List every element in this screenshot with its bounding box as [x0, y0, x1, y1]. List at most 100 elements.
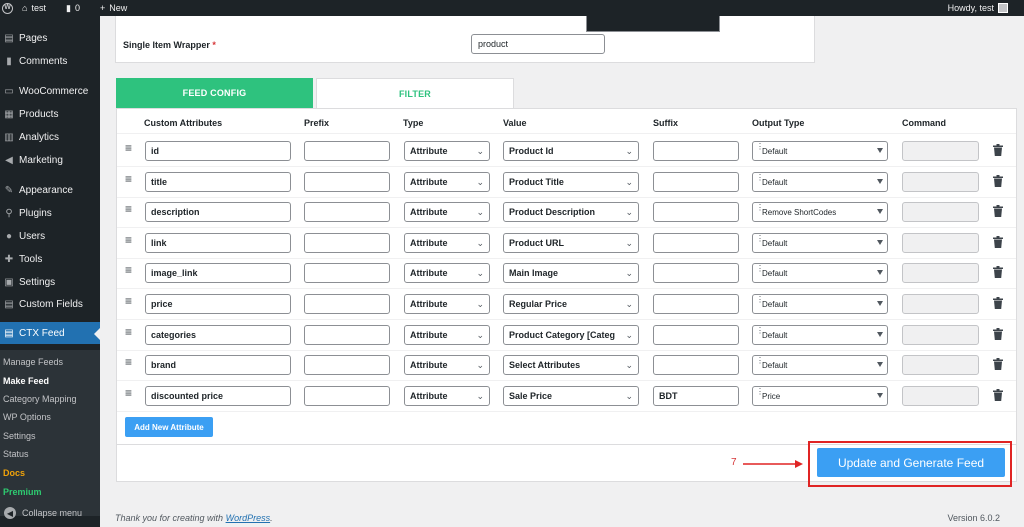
prefix-input[interactable]: [304, 294, 390, 314]
drag-handle-icon[interactable]: ≡: [125, 387, 135, 399]
suffix-input[interactable]: [653, 172, 739, 192]
command-input[interactable]: [902, 386, 979, 406]
submenu-docs[interactable]: Docs: [3, 464, 25, 482]
value-select[interactable]: Product Description ⌄: [503, 202, 639, 222]
wordpress-logo-icon[interactable]: W: [2, 0, 16, 16]
prefix-input[interactable]: [304, 172, 390, 192]
prefix-input[interactable]: [304, 263, 390, 283]
value-select[interactable]: Sale Price ⌄: [503, 386, 639, 406]
command-input[interactable]: [902, 325, 979, 345]
attribute-name-input[interactable]: price: [145, 294, 291, 314]
output-type-select[interactable]: Default ⋮: [752, 172, 888, 192]
command-input[interactable]: [902, 172, 979, 192]
value-select[interactable]: Product Title ⌄: [503, 172, 639, 192]
trash-icon[interactable]: [993, 236, 1003, 248]
command-input[interactable]: [902, 141, 979, 161]
wordpress-link[interactable]: WordPress: [226, 513, 271, 523]
trash-icon[interactable]: [993, 205, 1003, 217]
submenu-wp-options[interactable]: WP Options: [3, 408, 51, 426]
command-input[interactable]: [902, 263, 979, 283]
prefix-input[interactable]: [304, 386, 390, 406]
trash-icon[interactable]: [993, 328, 1003, 340]
type-select[interactable]: Attribute ⌄: [404, 202, 490, 222]
suffix-input[interactable]: BDT: [653, 386, 739, 406]
trash-icon[interactable]: [993, 266, 1003, 278]
value-select[interactable]: Product Id ⌄: [503, 141, 639, 161]
value-select[interactable]: Main Image ⌄: [503, 263, 639, 283]
type-select[interactable]: Attribute ⌄: [404, 141, 490, 161]
admin-bar-comments[interactable]: ▮ 0: [66, 0, 80, 16]
tab-filter[interactable]: FILTER: [316, 78, 514, 108]
sidebar-item-marketing[interactable]: ◀ Marketing: [0, 149, 100, 171]
suffix-input[interactable]: [653, 294, 739, 314]
output-type-select[interactable]: Default ⋮: [752, 355, 888, 375]
collapse-menu-button[interactable]: ◀ Collapse menu: [0, 502, 100, 524]
prefix-input[interactable]: [304, 202, 390, 222]
drag-handle-icon[interactable]: ≡: [125, 173, 135, 185]
type-select[interactable]: Attribute ⌄: [404, 263, 490, 283]
admin-bar-account[interactable]: Howdy, test: [948, 0, 1008, 16]
single-item-wrapper-input[interactable]: [471, 34, 605, 54]
attribute-name-input[interactable]: description: [145, 202, 291, 222]
attribute-name-input[interactable]: brand: [145, 355, 291, 375]
drag-handle-icon[interactable]: ≡: [125, 295, 135, 307]
sidebar-item-products[interactable]: ▦ Products: [0, 103, 100, 125]
trash-icon[interactable]: [993, 297, 1003, 309]
suffix-input[interactable]: [653, 325, 739, 345]
sidebar-item-custom-fields[interactable]: ▤ Custom Fields: [0, 293, 100, 315]
type-select[interactable]: Attribute ⌄: [404, 294, 490, 314]
type-select[interactable]: Attribute ⌄: [404, 172, 490, 192]
submenu-category-mapping[interactable]: Category Mapping: [3, 390, 77, 408]
command-input[interactable]: [902, 233, 979, 253]
value-select[interactable]: Regular Price ⌄: [503, 294, 639, 314]
submenu-make-feed[interactable]: Make Feed: [3, 372, 49, 390]
drag-handle-icon[interactable]: ≡: [125, 234, 135, 246]
submenu-status[interactable]: Status: [3, 445, 29, 463]
drag-handle-icon[interactable]: ≡: [125, 142, 135, 154]
command-input[interactable]: [902, 202, 979, 222]
sidebar-item-tools[interactable]: ✚ Tools: [0, 248, 100, 270]
suffix-input[interactable]: [653, 233, 739, 253]
suffix-input[interactable]: [653, 355, 739, 375]
sidebar-item-settings[interactable]: ▣ Settings: [0, 271, 100, 293]
prefix-input[interactable]: [304, 141, 390, 161]
submenu-settings[interactable]: Settings: [3, 427, 36, 445]
output-type-select[interactable]: Default ⋮: [752, 325, 888, 345]
prefix-input[interactable]: [304, 325, 390, 345]
drag-handle-icon[interactable]: ≡: [125, 356, 135, 368]
type-select[interactable]: Attribute ⌄: [404, 386, 490, 406]
output-type-select[interactable]: Default ⋮: [752, 263, 888, 283]
sidebar-item-analytics[interactable]: ▥ Analytics: [0, 126, 100, 148]
sidebar-item-appearance[interactable]: ✎ Appearance: [0, 179, 100, 201]
drag-handle-icon[interactable]: ≡: [125, 203, 135, 215]
attribute-name-input[interactable]: discounted price: [145, 386, 291, 406]
submenu-manage-feeds[interactable]: Manage Feeds: [3, 353, 63, 371]
trash-icon[interactable]: [993, 175, 1003, 187]
admin-bar-site[interactable]: ⌂ test: [22, 0, 46, 16]
command-input[interactable]: [902, 294, 979, 314]
output-type-select[interactable]: Default ⋮: [752, 233, 888, 253]
admin-bar-new[interactable]: + New: [100, 0, 127, 16]
attribute-name-input[interactable]: id: [145, 141, 291, 161]
type-select[interactable]: Attribute ⌄: [404, 325, 490, 345]
attribute-name-input[interactable]: title: [145, 172, 291, 192]
type-select[interactable]: Attribute ⌄: [404, 355, 490, 375]
sidebar-item-comments[interactable]: ▮ Comments: [0, 50, 100, 72]
prefix-input[interactable]: [304, 233, 390, 253]
trash-icon[interactable]: [993, 144, 1003, 156]
drag-handle-icon[interactable]: ≡: [125, 264, 135, 276]
prefix-input[interactable]: [304, 355, 390, 375]
value-select[interactable]: Product URL ⌄: [503, 233, 639, 253]
submenu-premium[interactable]: Premium: [3, 483, 42, 501]
sidebar-item-plugins[interactable]: ⚲ Plugins: [0, 202, 100, 224]
suffix-input[interactable]: [653, 141, 739, 161]
sidebar-item-ctx-feed[interactable]: ▤ CTX Feed: [0, 322, 100, 344]
value-select[interactable]: Select Attributes ⌄: [503, 355, 639, 375]
trash-icon[interactable]: [993, 358, 1003, 370]
sidebar-item-users[interactable]: ● Users: [0, 225, 100, 247]
update-and-generate-feed-button[interactable]: Update and Generate Feed: [817, 448, 1005, 477]
output-type-select[interactable]: Default ⋮: [752, 141, 888, 161]
output-type-select[interactable]: Price ⋮: [752, 386, 888, 406]
attribute-name-input[interactable]: image_link: [145, 263, 291, 283]
output-type-select[interactable]: Remove ShortCodes ⋮: [752, 202, 888, 222]
